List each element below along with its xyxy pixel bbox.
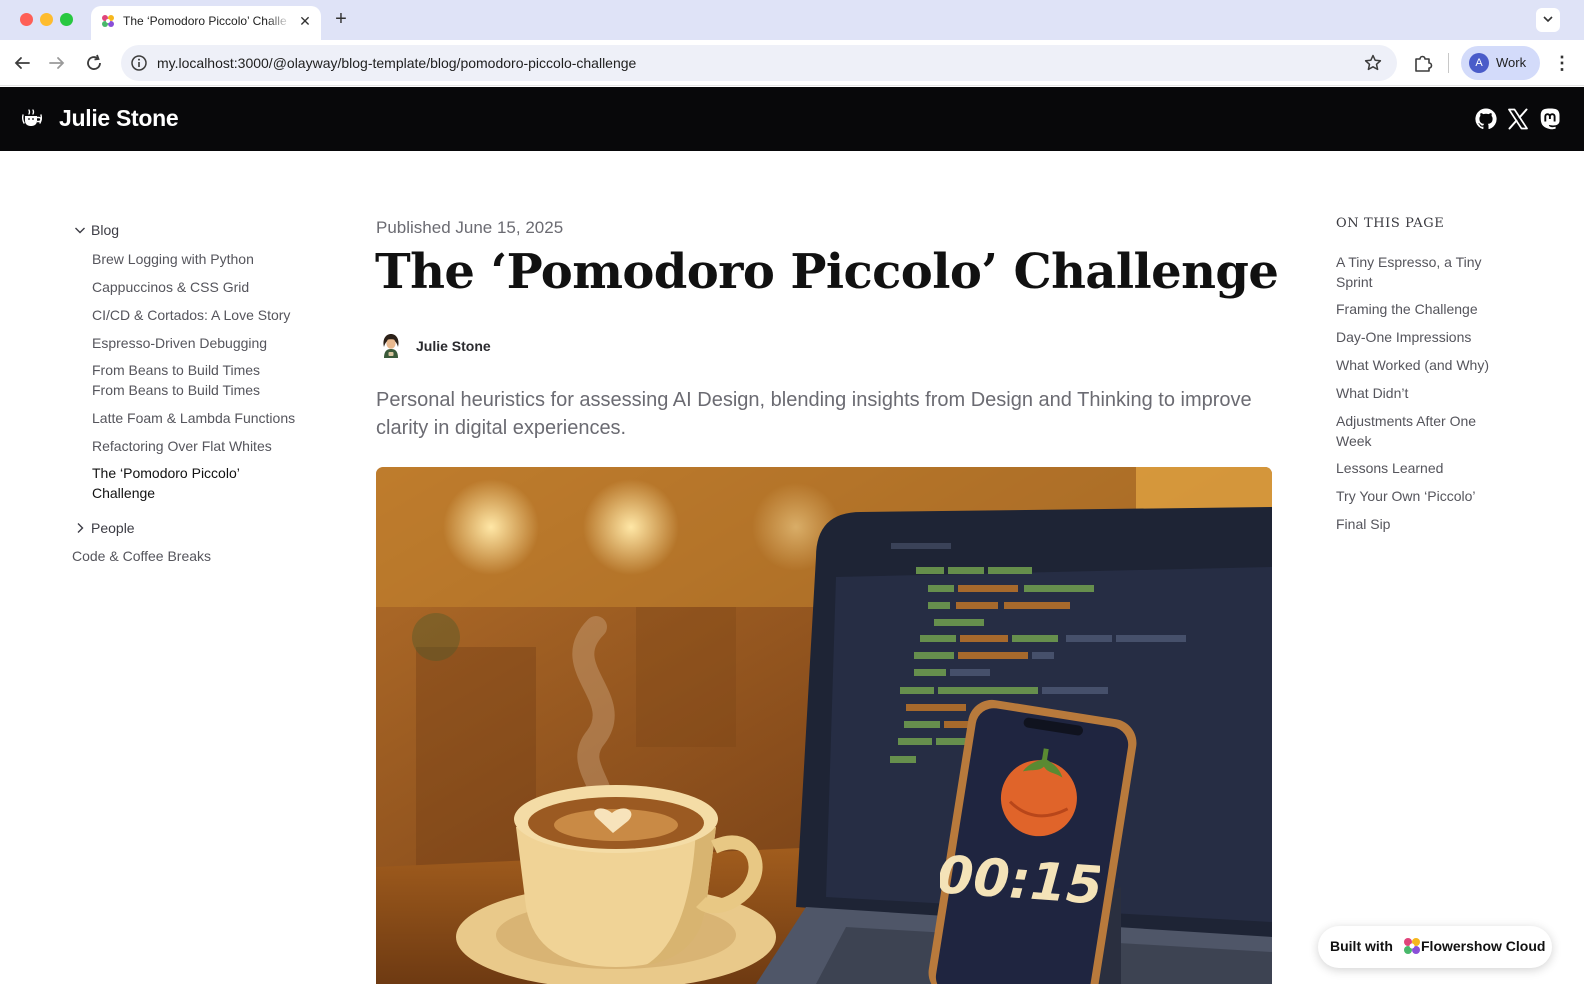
- coffee-logo-icon[interactable]: [20, 107, 44, 131]
- sidebar-item-pomodoro-piccolo[interactable]: The ‘Pomodoro Piccolo’ Challenge: [92, 463, 272, 503]
- toc-item-try-your-own[interactable]: Try Your Own ‘Piccolo’: [1336, 486, 1516, 506]
- toc-item-tiny-espresso[interactable]: A Tiny Espresso, a Tiny Sprint: [1336, 252, 1516, 292]
- profile-avatar: A: [1469, 53, 1489, 73]
- page-title: The ‘Pomodoro Piccolo’ Challenge: [375, 244, 1279, 300]
- browser-menu-icon[interactable]: ⋮: [1552, 52, 1572, 74]
- site-info-icon[interactable]: [130, 54, 148, 72]
- sidebar-item-espresso-debugging[interactable]: Espresso-Driven Debugging: [92, 333, 322, 353]
- sidebar-item-cappuccinos[interactable]: Cappuccinos & CSS Grid: [92, 277, 322, 297]
- sidebar-item-beans-build-times[interactable]: From Beans to Build Times From Beans to …: [92, 360, 292, 400]
- chevron-down-icon: [1543, 16, 1553, 23]
- reload-icon[interactable]: [82, 51, 106, 75]
- badge-brand: Flowershow Cloud: [1421, 938, 1546, 954]
- tab-title: The ‘Pomodoro Piccolo’ Challenge: [123, 14, 287, 28]
- chevron-down-icon: [75, 227, 85, 234]
- sidebar-item-latte-lambda[interactable]: Latte Foam & Lambda Functions: [92, 408, 322, 428]
- hero-timer: 00:15: [940, 845, 1100, 916]
- published-date: Published June 15, 2025: [376, 218, 564, 237]
- sidebar-item-code-coffee-breaks[interactable]: Code & Coffee Breaks: [72, 548, 211, 564]
- toc-item-lessons[interactable]: Lessons Learned: [1336, 458, 1516, 478]
- sidebar-item-cicd-cortados[interactable]: CI/CD & Cortados: A Love Story: [92, 305, 322, 325]
- toc-item-final-sip[interactable]: Final Sip: [1336, 514, 1516, 534]
- toc-item-day-one[interactable]: Day-One Impressions: [1336, 327, 1516, 347]
- badge-prefix: Built with: [1330, 938, 1393, 954]
- sidebar-item-refactoring[interactable]: Refactoring Over Flat Whites: [92, 436, 322, 456]
- url-text[interactable]: my.localhost:3000/@olayway/blog-template…: [157, 55, 636, 71]
- toc-item-framing[interactable]: Framing the Challenge: [1336, 299, 1516, 319]
- new-tab-button[interactable]: +: [331, 9, 351, 29]
- flowershow-favicon-icon: [102, 15, 114, 27]
- browser-tabbar: The ‘Pomodoro Piccolo’ Challenge ✕ +: [0, 0, 1584, 40]
- tab-title-fade: [267, 10, 291, 32]
- sidebar-folder-label: Blog: [91, 222, 120, 238]
- profile-button[interactable]: A Work: [1461, 46, 1540, 80]
- timer-readout: 00:15: [940, 845, 1100, 916]
- close-window-button[interactable]: [20, 13, 33, 26]
- sidebar-folder-label: People: [91, 520, 135, 536]
- x-icon[interactable]: [1506, 107, 1530, 131]
- author-name[interactable]: Julie Stone: [416, 338, 491, 354]
- maximize-window-button[interactable]: [60, 13, 73, 26]
- forward-arrow-icon[interactable]: [45, 51, 69, 75]
- article-lead: Personal heuristics for assessing AI Des…: [376, 389, 1252, 439]
- profile-label: Work: [1496, 55, 1527, 70]
- toc-heading: ON THIS PAGE: [1336, 216, 1445, 231]
- tab-close-icon[interactable]: ✕: [296, 12, 314, 30]
- sidebar-folder-blog[interactable]: Blog: [72, 222, 119, 238]
- toc-item-what-worked[interactable]: What Worked (and Why): [1336, 355, 1536, 375]
- tab-search-button[interactable]: [1536, 8, 1560, 32]
- back-arrow-icon[interactable]: [10, 51, 34, 75]
- sidebar-folder-people[interactable]: People: [72, 520, 135, 536]
- extensions-puzzle-icon[interactable]: [1412, 52, 1434, 74]
- address-bar[interactable]: my.localhost:3000/@olayway/blog-template…: [121, 45, 1397, 81]
- chevron-right-icon: [77, 523, 84, 533]
- built-with-badge[interactable]: Built with Flowershow Cloud: [1318, 926, 1552, 968]
- author-avatar: [376, 331, 406, 361]
- site-header: Julie Stone: [0, 87, 1584, 151]
- toc-item-adjustments[interactable]: Adjustments After One Week: [1336, 411, 1506, 451]
- toolbar-divider: [1448, 53, 1449, 73]
- hero-image: [376, 467, 1272, 984]
- browser-tab-active[interactable]: The ‘Pomodoro Piccolo’ Challenge ✕: [91, 6, 321, 40]
- browser-toolbar: my.localhost:3000/@olayway/blog-template…: [0, 40, 1584, 86]
- toc-item-what-didnt[interactable]: What Didn’t: [1336, 383, 1516, 403]
- mastodon-icon[interactable]: [1538, 107, 1562, 131]
- minimize-window-button[interactable]: [40, 13, 53, 26]
- bookmark-star-icon[interactable]: [1363, 53, 1383, 73]
- sidebar-item-brew-logging[interactable]: Brew Logging with Python: [92, 249, 322, 269]
- site-title[interactable]: Julie Stone: [59, 105, 179, 132]
- flowershow-logo-icon: [1404, 938, 1420, 954]
- github-icon[interactable]: [1474, 107, 1498, 131]
